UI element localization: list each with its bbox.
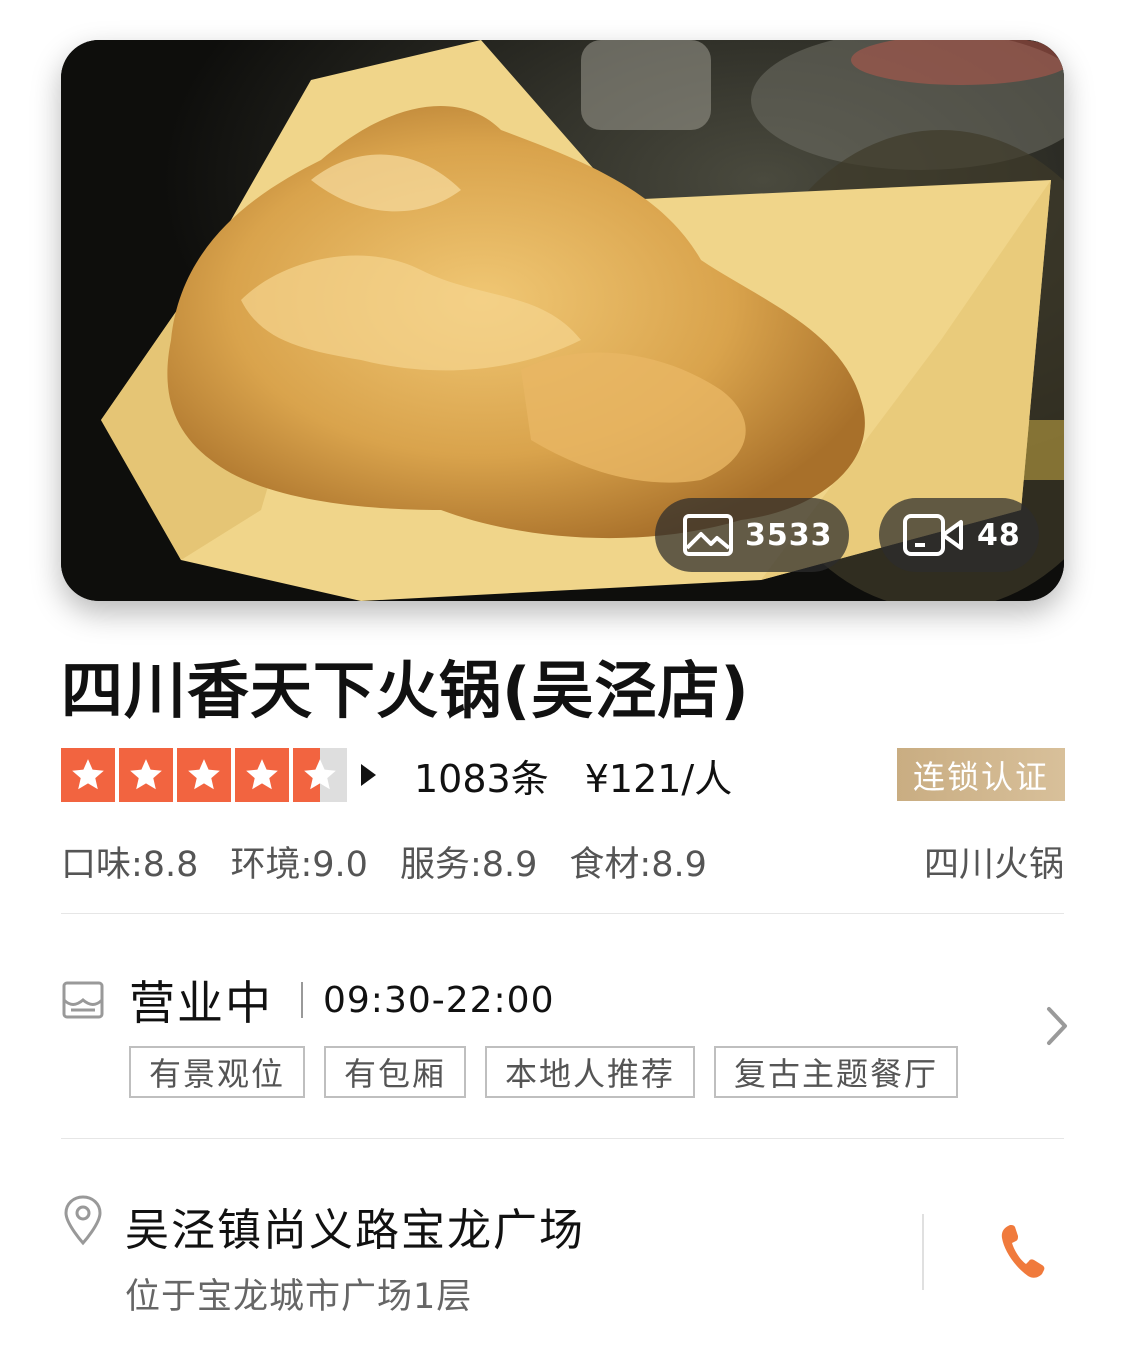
feature-tags: 有景观位 有包厢 本地人推荐 复古主题餐厅 bbox=[129, 1046, 977, 1098]
play-arrow-icon bbox=[361, 764, 376, 786]
score-taste: 口味:8.8 bbox=[61, 845, 199, 885]
half-star-icon bbox=[293, 748, 347, 802]
location-pin-icon bbox=[64, 1195, 102, 1246]
storefront-icon bbox=[62, 981, 104, 1019]
divider bbox=[61, 1138, 1064, 1139]
star-icon bbox=[61, 748, 115, 802]
open-status: 营业中 bbox=[129, 976, 273, 1030]
video-camera-icon bbox=[903, 514, 963, 556]
address-line[interactable]: 吴泾镇尚义路宝龙广场 bbox=[125, 1194, 585, 1258]
price-per-person: ¥121/人 bbox=[584, 756, 733, 801]
phone-icon[interactable] bbox=[998, 1222, 1048, 1282]
separator bbox=[301, 982, 303, 1018]
image-icon bbox=[683, 514, 733, 556]
chain-certified-badge: 连锁认证 bbox=[897, 748, 1065, 801]
video-count-button[interactable]: 48 bbox=[879, 498, 1039, 572]
shop-name: 四川香天下火锅(吴泾店) bbox=[61, 654, 750, 727]
star-icon bbox=[119, 748, 173, 802]
review-count: 1083条 bbox=[414, 756, 549, 801]
cuisine-label: 四川火锅 bbox=[923, 845, 1064, 885]
score-ingredients: 食材:8.9 bbox=[569, 845, 707, 885]
score-breakdown: 口味:8.8 环境:9.0 服务:8.9 食材:8.9 bbox=[61, 836, 739, 887]
business-hours: 09:30-22:00 bbox=[323, 979, 555, 1021]
score-service: 服务:8.9 bbox=[399, 845, 538, 885]
tag: 有景观位 bbox=[129, 1046, 306, 1098]
photo-count: 3533 bbox=[745, 517, 833, 553]
tag: 有包厢 bbox=[324, 1046, 467, 1098]
star-rating bbox=[61, 748, 351, 802]
chevron-right-icon[interactable] bbox=[1045, 1005, 1069, 1047]
star-icon bbox=[177, 748, 231, 802]
hours-row[interactable]: 营业中 09:30-22:00 bbox=[61, 970, 554, 1030]
tag: 复古主题餐厅 bbox=[714, 1046, 959, 1098]
photo-count-button[interactable]: 3533 bbox=[655, 498, 849, 572]
rating-row[interactable]: 1083条 ¥121/人 bbox=[61, 748, 732, 802]
divider bbox=[61, 913, 1064, 914]
address-detail: 位于宝龙城市广场1层 bbox=[125, 1277, 473, 1317]
score-environment: 环境:9.0 bbox=[230, 845, 368, 885]
star-icon bbox=[235, 748, 289, 802]
separator bbox=[922, 1214, 924, 1290]
tag: 本地人推荐 bbox=[485, 1046, 696, 1098]
video-count: 48 bbox=[977, 517, 1021, 553]
hero-photo-card[interactable]: 3533 48 bbox=[61, 40, 1064, 601]
